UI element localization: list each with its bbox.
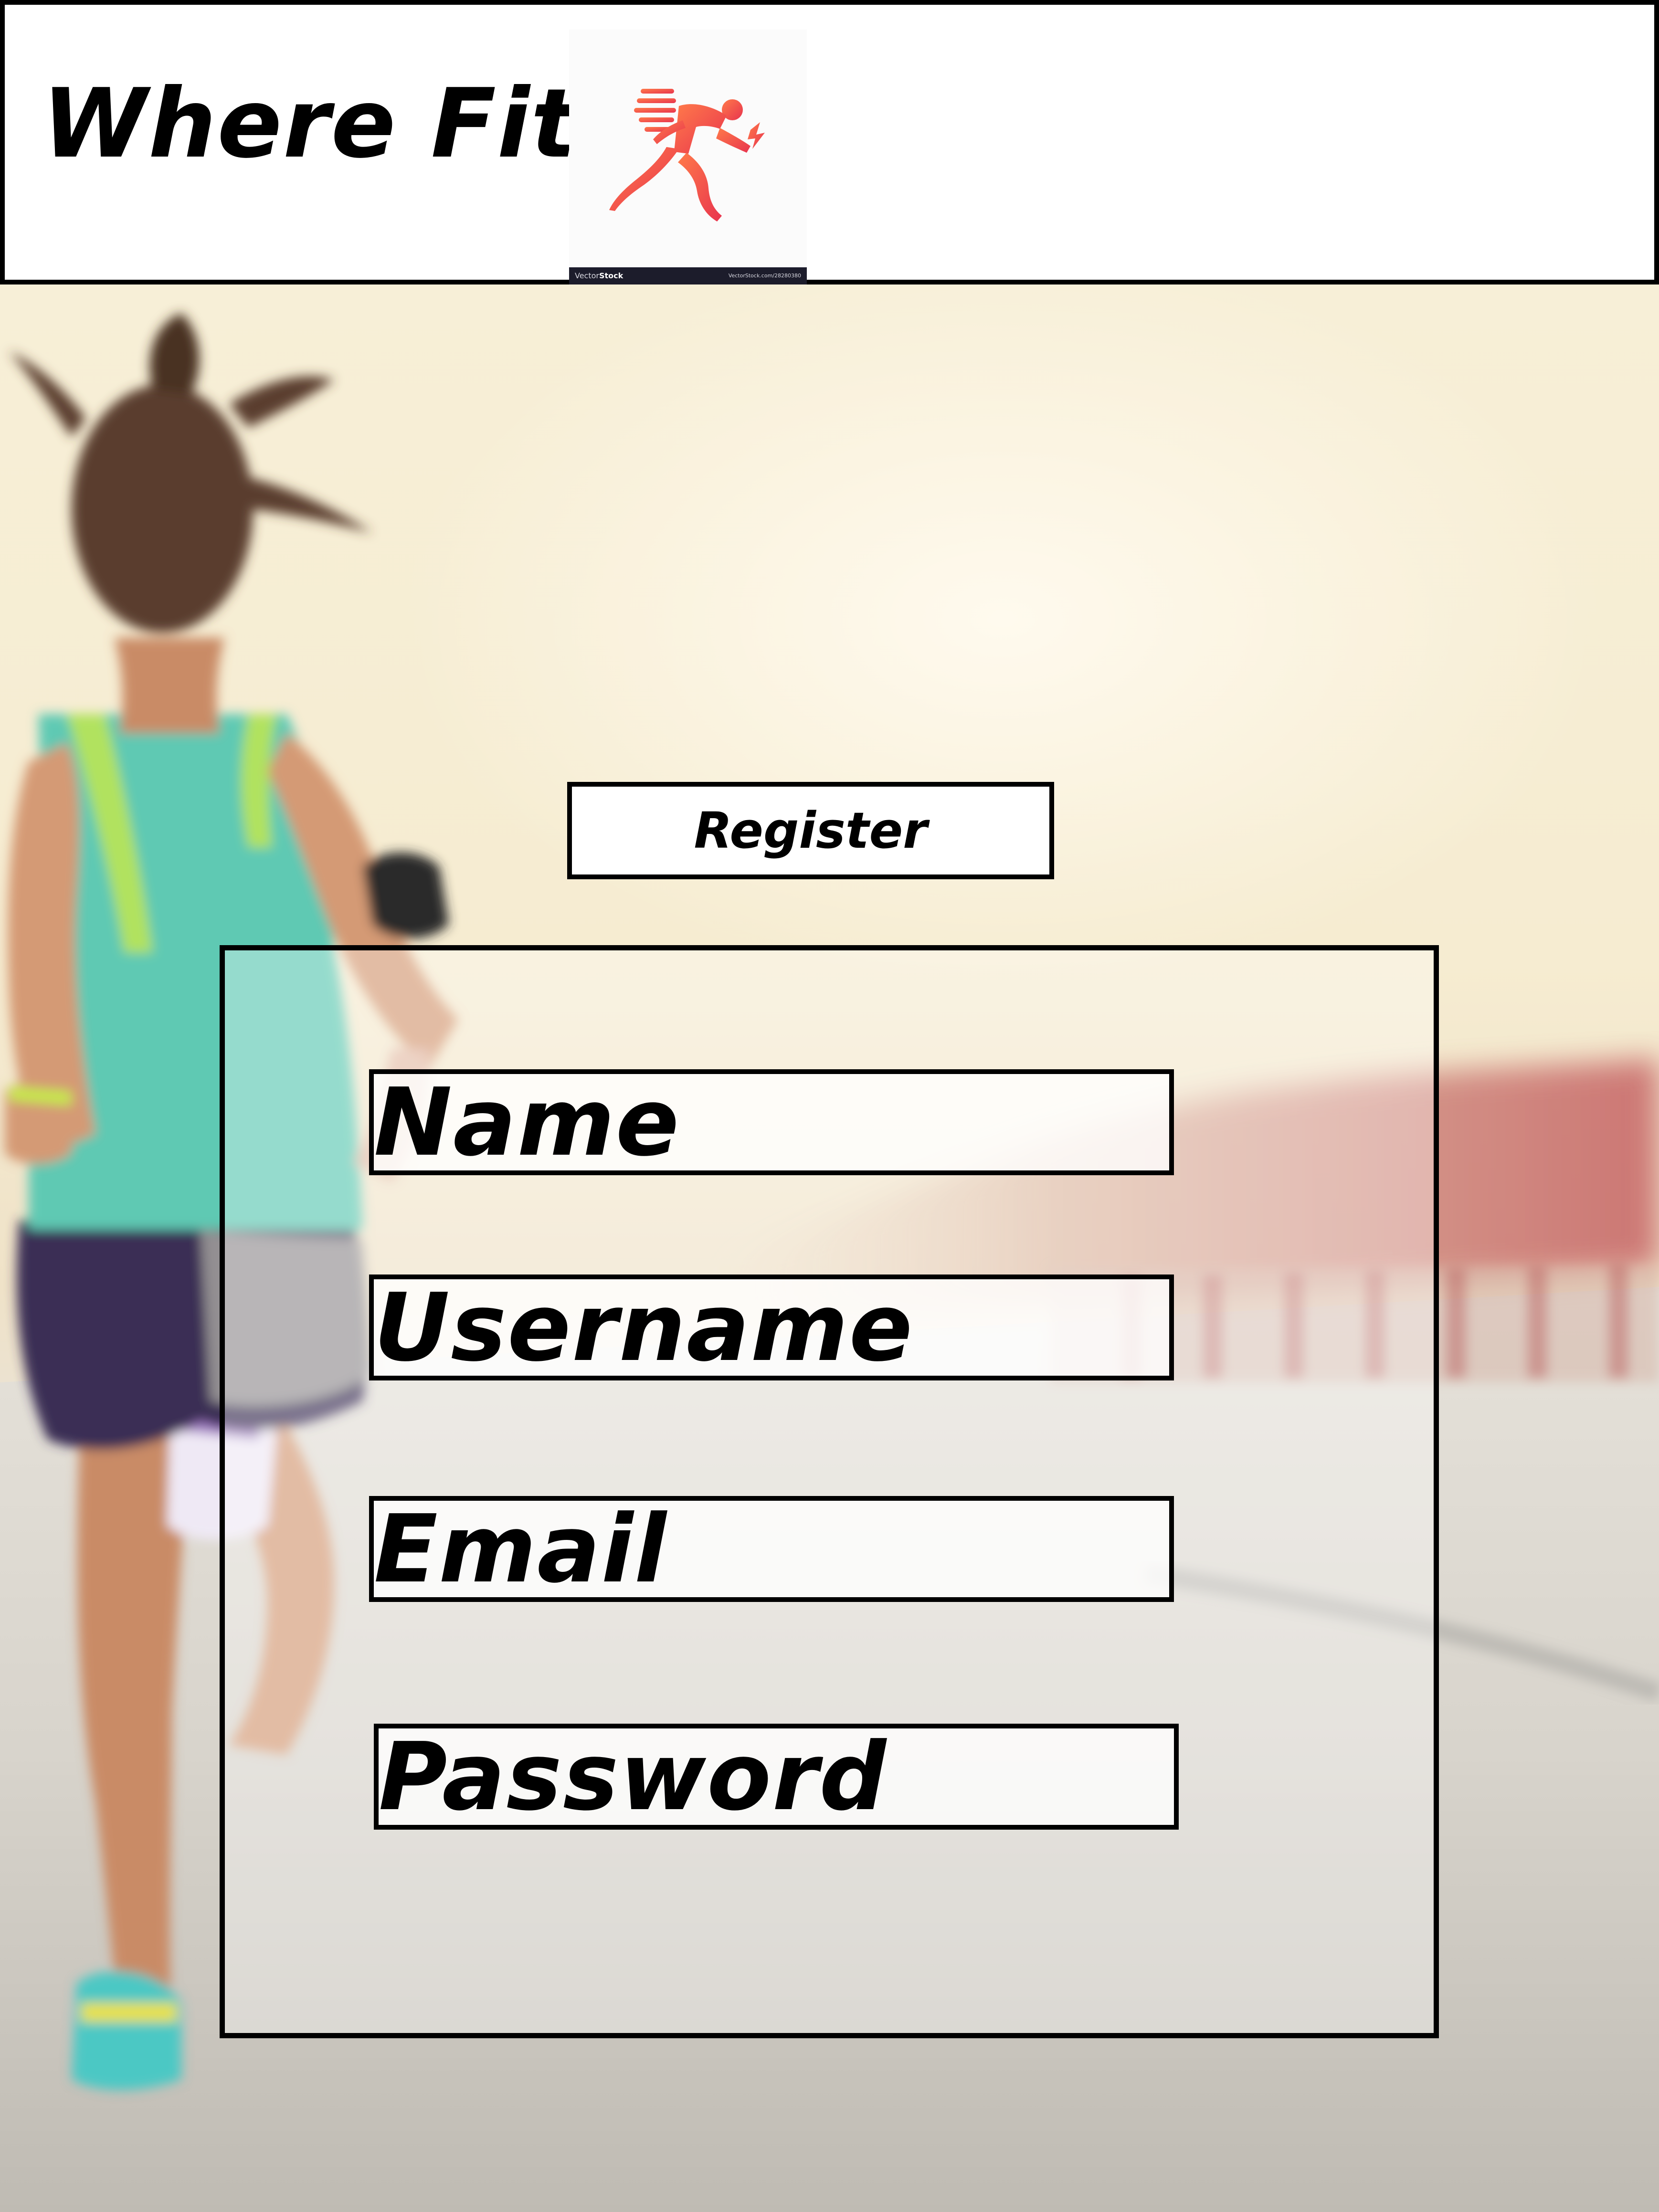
sprinter-icon (609, 89, 765, 221)
logo-watermark: VectorStock VectorStock.com/28280380 (569, 267, 807, 284)
email-field-label: Email (374, 1495, 667, 1604)
name-field-label: Name (374, 1068, 680, 1177)
email-field[interactable]: Email (369, 1496, 1174, 1602)
username-field[interactable]: Username (369, 1275, 1174, 1380)
username-field-label: Username (374, 1274, 914, 1382)
app-header: Where Fit VectorStock VectorStock.com/28… (0, 0, 1659, 284)
registration-form: Name Username Email Password (220, 945, 1439, 2038)
watermark-brand: VectorStock (575, 271, 623, 280)
app-logo: VectorStock VectorStock.com/28280380 (569, 30, 807, 284)
name-field[interactable]: Name (369, 1069, 1174, 1175)
app-title: Where Fit (42, 68, 578, 179)
watermark-reference: VectorStock.com/28280380 (728, 273, 801, 279)
password-field-label: Password (379, 1723, 888, 1832)
register-button[interactable]: Register (567, 782, 1054, 879)
password-field[interactable]: Password (374, 1724, 1179, 1830)
